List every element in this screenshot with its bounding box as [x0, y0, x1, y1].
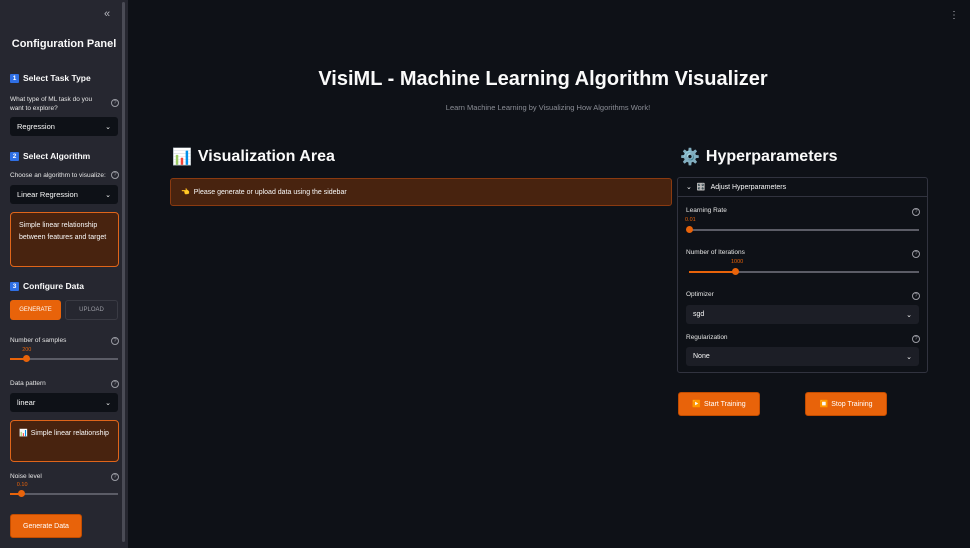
step3-label: Configure Data — [23, 281, 84, 291]
pointing-hand-icon: 👈 — [181, 189, 190, 196]
chevron-down-icon: ⌄ — [906, 311, 912, 319]
number-1-icon: 1 — [10, 73, 19, 83]
number-3-icon: 3 — [10, 281, 19, 291]
bar-chart-icon: 📊 — [172, 149, 192, 166]
play-icon: ▶️ — [692, 401, 702, 408]
tab-generate[interactable]: GENERATE — [10, 300, 61, 320]
chevron-down-icon: ⌄ — [906, 353, 912, 361]
task-question: What type of ML task do you want to expl… — [10, 96, 93, 112]
noise-label: Noise level — [10, 473, 42, 480]
algorithm-question: Choose an algorithm to visualize: — [10, 172, 106, 179]
pattern-select[interactable]: linear ⌄ — [10, 393, 118, 412]
number-2-icon: 2 — [10, 151, 19, 161]
optimizer-select-value: sgd — [693, 311, 705, 318]
learning-rate-help-icon[interactable]: ? — [912, 208, 920, 216]
step3-heading: 3 Configure Data — [10, 281, 84, 291]
sidebar: « Configuration Panel 1 Select Task Type… — [0, 0, 128, 548]
generate-data-button[interactable]: Generate Data — [10, 514, 82, 538]
task-select-value: Regression — [17, 122, 55, 131]
regularization-select-value: None — [693, 353, 710, 360]
pattern-help-icon[interactable]: ? — [111, 380, 119, 388]
main-menu-icon[interactable]: ⋮ — [949, 10, 959, 21]
iterations-label: Number of Iterations — [686, 249, 745, 256]
pattern-info-box: 📊 Simple linear relationship — [10, 420, 119, 462]
noise-help-icon[interactable]: ? — [111, 473, 119, 481]
hyperparameters-heading: ⚙️ Hyperparameters — [680, 147, 838, 167]
tab-upload[interactable]: UPLOAD — [65, 300, 118, 320]
noise-value: 0.10 — [16, 482, 28, 488]
task-select[interactable]: Regression ⌄ — [10, 117, 118, 136]
pattern-select-value: linear — [17, 398, 36, 407]
iterations-help-icon[interactable]: ? — [912, 250, 920, 258]
task-help-icon[interactable]: ? — [111, 99, 119, 107]
sidebar-scrollbar[interactable] — [122, 2, 125, 542]
hyperparameters-expander: ⌄ 🎛️ Adjust Hyperparameters Learning Rat… — [677, 177, 928, 373]
optimizer-label: Optimizer — [686, 291, 714, 298]
sidebar-title: Configuration Panel — [11, 38, 117, 50]
pattern-info-text: Simple linear relationship — [30, 430, 109, 437]
stop-icon: ⏹️ — [819, 401, 829, 408]
step1-heading: 1 Select Task Type — [10, 73, 91, 83]
start-training-label: Start Training — [704, 400, 746, 408]
expander-label: Adjust Hyperparameters — [710, 183, 787, 191]
chevron-down-icon: ⌄ — [686, 184, 692, 191]
learning-rate-slider-handle[interactable] — [686, 226, 693, 233]
chart-icon: 📊 — [19, 430, 28, 437]
iterations-slider-fill — [689, 271, 735, 273]
samples-slider[interactable] — [10, 355, 118, 362]
visualization-heading-text: Visualization Area — [197, 148, 335, 165]
expander-header[interactable]: ⌄ 🎛️ Adjust Hyperparameters — [686, 183, 787, 192]
alert-text: Please generate or upload data using the… — [193, 188, 347, 196]
samples-slider-handle[interactable] — [23, 355, 31, 362]
pattern-label: Data pattern — [10, 380, 46, 387]
data-missing-alert: 👈 Please generate or upload data using t… — [170, 178, 672, 206]
chevron-down-icon: ⌄ — [105, 399, 111, 407]
stop-training-label: Stop Training — [831, 400, 873, 408]
chevron-down-icon: ⌄ — [105, 123, 111, 131]
optimizer-select[interactable]: sgd ⌄ — [686, 305, 919, 324]
stop-training-button[interactable]: ⏹️ Stop Training — [805, 392, 887, 416]
noise-slider-handle[interactable] — [17, 490, 25, 497]
gear-icon: ⚙️ — [680, 149, 700, 166]
algorithm-info-box: Simple linear relationship between featu… — [10, 212, 119, 267]
regularization-select[interactable]: None ⌄ — [686, 347, 919, 366]
learning-rate-slider[interactable] — [686, 226, 919, 233]
iterations-slider-handle[interactable] — [732, 268, 739, 275]
step2-label: Select Algorithm — [23, 151, 91, 161]
iterations-slider[interactable] — [689, 268, 919, 275]
step1-label: Select Task Type — [23, 73, 91, 83]
algorithm-help-icon[interactable]: ? — [111, 171, 119, 179]
regularization-help-icon[interactable]: ? — [912, 335, 920, 343]
page-subtitle: Learn Machine Learning by Visualizing Ho… — [445, 103, 651, 112]
samples-value: 200 — [22, 347, 32, 353]
iterations-value: 1000 — [731, 259, 744, 265]
visualization-heading: 📊 Visualization Area — [172, 147, 335, 167]
step2-heading: 2 Select Algorithm — [10, 151, 90, 161]
algorithm-select[interactable]: Linear Regression ⌄ — [10, 185, 118, 204]
control-knobs-icon: 🎛️ — [696, 184, 706, 191]
samples-help-icon[interactable]: ? — [111, 337, 119, 345]
start-training-button[interactable]: ▶️ Start Training — [678, 392, 760, 416]
samples-label: Number of samples — [10, 337, 67, 344]
chevron-down-icon: ⌄ — [105, 191, 111, 199]
hyperparameters-heading-text: Hyperparameters — [705, 148, 838, 165]
algorithm-select-value: Linear Regression — [17, 190, 78, 199]
optimizer-help-icon[interactable]: ? — [912, 292, 920, 300]
noise-slider[interactable] — [10, 490, 118, 497]
page-title: VisiML - Machine Learning Algorithm Visu… — [318, 68, 768, 90]
regularization-label: Regularization — [686, 334, 728, 341]
expander-divider — [678, 196, 927, 197]
data-source-tabs: GENERATE UPLOAD — [10, 300, 118, 320]
learning-rate-label: Learning Rate — [686, 207, 727, 214]
collapse-sidebar-icon[interactable]: « — [104, 8, 110, 20]
learning-rate-value: 0.01 — [685, 217, 696, 223]
